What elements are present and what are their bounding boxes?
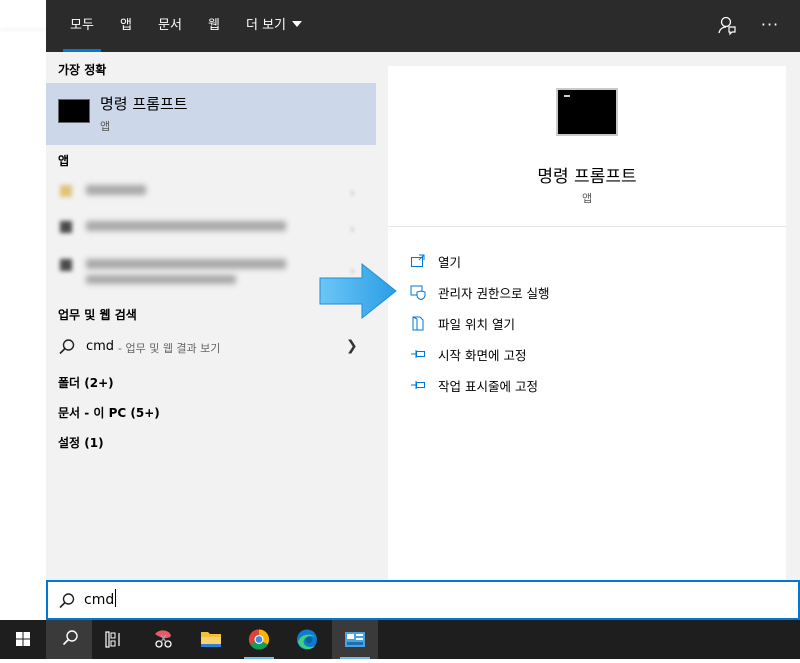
detail-title: 명령 프롬프트: [537, 167, 637, 187]
pin-icon: [410, 346, 426, 362]
text-cursor: [115, 589, 117, 607]
search-icon: [58, 338, 76, 356]
tab-all-label: 모두: [70, 18, 94, 33]
command-prompt-large-icon: [556, 88, 618, 136]
redacted-label: [86, 221, 286, 231]
action-pin-to-taskbar-label: 작업 표시줄에 고정: [438, 379, 538, 394]
tab-web[interactable]: 웹: [208, 0, 220, 50]
web-search-suffix: - 업무 및 웹 결과 보기: [118, 342, 221, 355]
tab-more[interactable]: 더 보기: [246, 0, 303, 50]
web-search-header: 업무 및 웹 검색: [58, 308, 137, 322]
category-settings[interactable]: 설정 (1): [58, 434, 104, 451]
search-input[interactable]: cmd: [84, 582, 117, 618]
action-open-label: 열기: [438, 255, 462, 270]
app-icon: [60, 185, 72, 197]
pin-icon: [410, 377, 426, 393]
start-search-panel: 모두 앱 문서 웹 더 보기 ··· 가장 정확 명령 프롬프트 앱 앱 › ›…: [46, 0, 800, 580]
background-window-title: [0, 0, 46, 30]
tab-apps[interactable]: 앱: [120, 0, 132, 50]
detail-pane: 명령 프롬프트 앱 열기 관리자 권한으로 실행 파일 위치 열기 시작 화면에…: [388, 66, 786, 580]
tab-more-label: 더 보기: [246, 18, 287, 33]
open-icon: [410, 253, 426, 269]
tab-web-label: 웹: [208, 18, 220, 33]
redacted-label: [86, 185, 146, 195]
search-icon[interactable]: [46, 620, 92, 659]
background-window: [0, 0, 47, 620]
snip-sketch-icon[interactable]: [140, 620, 186, 659]
app-icon: [60, 221, 72, 233]
taskbar: [0, 620, 800, 659]
control-panel-icon[interactable]: [332, 620, 378, 659]
search-box[interactable]: cmd: [46, 580, 800, 620]
file-explorer-icon[interactable]: [188, 620, 234, 659]
search-tabs-bar: 모두 앱 문서 웹 더 보기 ···: [46, 0, 800, 52]
divider: [388, 226, 786, 227]
category-documents[interactable]: 문서 - 이 PC (5+): [58, 404, 160, 421]
best-match-subtitle: 앱: [100, 120, 111, 133]
command-prompt-icon: [58, 99, 90, 123]
feedback-icon[interactable]: [716, 14, 738, 36]
chevron-right-icon: ›: [350, 222, 355, 236]
best-match-header: 가장 정확: [58, 63, 107, 77]
detail-subtitle: 앱: [581, 192, 593, 205]
prompt-cursor: [564, 95, 570, 97]
best-match-title: 명령 프롬프트: [100, 95, 188, 113]
best-match-item[interactable]: 명령 프롬프트 앱: [46, 83, 376, 145]
action-open-file-location-label: 파일 위치 열기: [438, 317, 515, 332]
caret-down-icon: [292, 21, 303, 27]
apps-header: 앱: [58, 154, 70, 168]
annotation-arrow-icon: [318, 262, 400, 320]
windows-start-icon[interactable]: [0, 620, 46, 659]
app-icon: [60, 259, 72, 271]
action-pin-to-start-label: 시작 화면에 고정: [438, 348, 527, 363]
tab-documents-label: 문서: [158, 18, 182, 33]
tab-all[interactable]: 모두: [63, 0, 101, 52]
chrome-icon[interactable]: [236, 620, 282, 659]
shield-icon: [410, 284, 426, 301]
list-item[interactable]: ›: [46, 210, 376, 244]
category-folders[interactable]: 폴더 (2+): [58, 374, 114, 391]
search-icon: [58, 592, 76, 610]
web-search-result[interactable]: cmd - 업무 및 웹 결과 보기 ❯: [46, 332, 376, 362]
file-icon: [410, 315, 426, 331]
tab-apps-label: 앱: [120, 18, 132, 33]
more-options-icon[interactable]: ···: [759, 14, 781, 36]
list-item[interactable]: ›: [46, 174, 376, 208]
edge-icon[interactable]: [284, 620, 330, 659]
chevron-right-icon: ›: [350, 186, 355, 200]
redacted-label: [86, 259, 286, 269]
action-run-as-admin-label: 관리자 권한으로 실행: [438, 286, 550, 301]
search-input-value: cmd: [84, 592, 115, 608]
tab-documents[interactable]: 문서: [158, 0, 182, 50]
web-search-query: cmd: [86, 339, 115, 354]
task-view-icon[interactable]: [92, 620, 138, 659]
redacted-label: [86, 275, 236, 284]
chevron-right-icon[interactable]: ❯: [346, 338, 358, 354]
